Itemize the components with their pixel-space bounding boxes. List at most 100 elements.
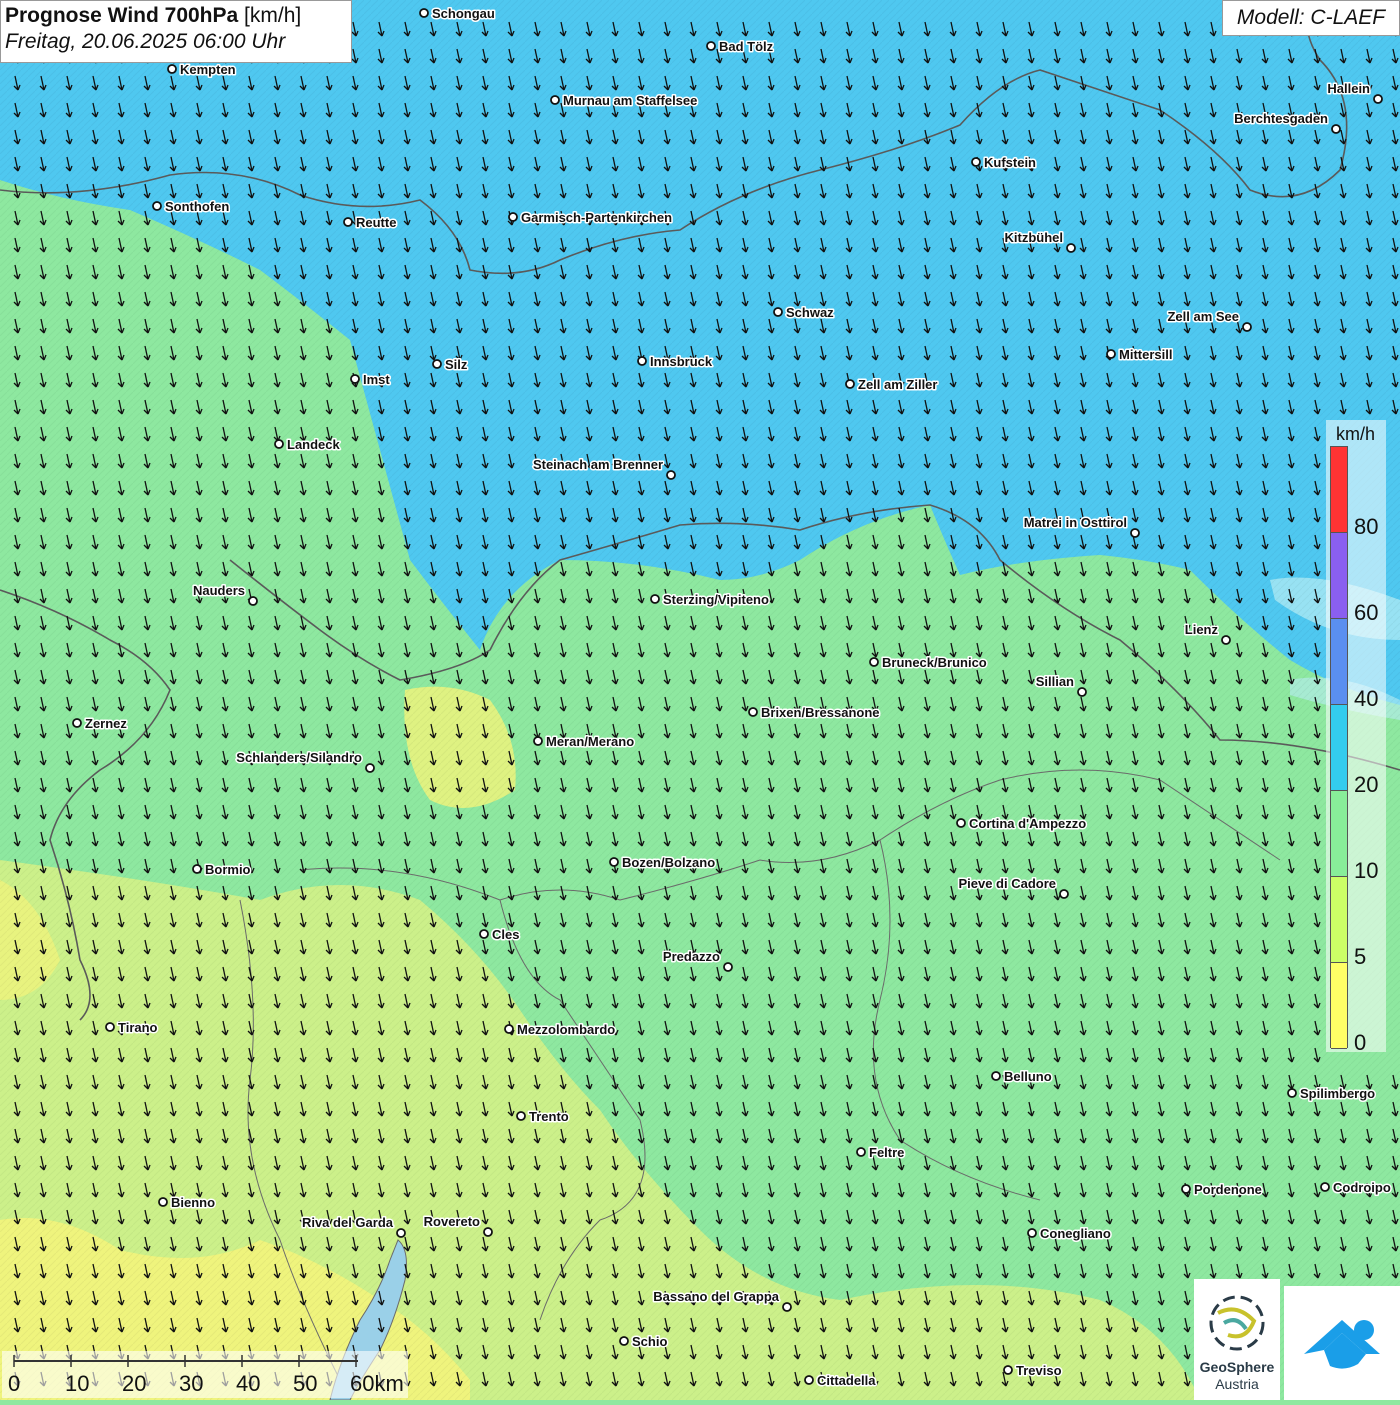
wind-map[interactable]: Schongau Bad Tölz Kempten Murnau am Staffel… bbox=[0, 0, 1400, 1400]
city-marker[interactable] bbox=[804, 1375, 814, 1385]
city-label[interactable]: Schio bbox=[631, 1333, 669, 1351]
app-logo[interactable] bbox=[1284, 1286, 1400, 1400]
city-marker[interactable] bbox=[856, 1147, 866, 1157]
city-label[interactable]: Zell am Ziller bbox=[857, 376, 939, 394]
city-label[interactable]: Cles bbox=[491, 926, 521, 944]
city-label[interactable]: Feltre bbox=[868, 1144, 906, 1162]
city-marker[interactable] bbox=[956, 818, 966, 828]
city-label[interactable]: Codroipo bbox=[1332, 1179, 1393, 1197]
city-marker[interactable] bbox=[1077, 687, 1087, 697]
city-marker[interactable] bbox=[1027, 1228, 1037, 1238]
city-marker[interactable] bbox=[1373, 94, 1383, 104]
city-label[interactable]: Belluno bbox=[1003, 1068, 1054, 1086]
city-marker[interactable] bbox=[650, 594, 660, 604]
city-label[interactable]: Hallein bbox=[1326, 80, 1372, 98]
city-label[interactable]: Conegliano bbox=[1039, 1225, 1113, 1243]
city-label[interactable]: Treviso bbox=[1015, 1362, 1064, 1380]
city-marker[interactable] bbox=[152, 201, 162, 211]
city-marker[interactable] bbox=[1066, 243, 1076, 253]
city-marker[interactable] bbox=[1320, 1182, 1330, 1192]
city-label[interactable]: Bormio bbox=[204, 861, 253, 879]
city-marker[interactable] bbox=[432, 359, 442, 369]
city-label[interactable]: Predazzo bbox=[661, 948, 721, 966]
city-label[interactable]: Zernez bbox=[84, 715, 129, 733]
city-label[interactable]: Mezzolombardo bbox=[516, 1021, 617, 1039]
city-marker[interactable] bbox=[274, 439, 284, 449]
city-marker[interactable] bbox=[609, 857, 619, 867]
city-marker[interactable] bbox=[845, 379, 855, 389]
city-label[interactable]: Imst bbox=[362, 371, 392, 389]
city-label[interactable]: Riva del Garda bbox=[300, 1214, 395, 1232]
city-label[interactable]: Pieve di Cadore bbox=[957, 875, 1058, 893]
city-label[interactable]: Sterzing/Vipiteno bbox=[662, 591, 771, 609]
city-marker[interactable] bbox=[105, 1022, 115, 1032]
city-marker[interactable] bbox=[396, 1228, 406, 1238]
city-label[interactable]: Rovereto bbox=[422, 1213, 481, 1231]
city-marker[interactable] bbox=[1106, 349, 1116, 359]
city-marker[interactable] bbox=[479, 929, 489, 939]
city-label[interactable]: Bozen/Bolzano bbox=[621, 854, 717, 872]
city-marker[interactable] bbox=[516, 1111, 526, 1121]
city-label[interactable]: Kitzbühel bbox=[1003, 229, 1065, 247]
city-marker[interactable] bbox=[504, 1024, 514, 1034]
city-label[interactable]: Reutte bbox=[355, 214, 398, 232]
city-label[interactable]: Bienno bbox=[170, 1194, 217, 1212]
city-label[interactable]: Innsbruck bbox=[649, 353, 715, 371]
city-marker[interactable] bbox=[773, 307, 783, 317]
city-label[interactable]: Cortina d'Ampezzo bbox=[968, 815, 1088, 833]
city-marker[interactable] bbox=[72, 718, 82, 728]
city-label[interactable]: Murnau am Staffelsee bbox=[562, 92, 699, 110]
city-marker[interactable] bbox=[533, 736, 543, 746]
city-label[interactable]: Silz bbox=[444, 356, 470, 374]
city-label[interactable]: Garmisch-Partenkirchen bbox=[520, 209, 674, 227]
city-label[interactable]: Schwaz bbox=[785, 304, 836, 322]
city-marker[interactable] bbox=[748, 707, 758, 717]
city-marker[interactable] bbox=[1287, 1088, 1297, 1098]
city-marker[interactable] bbox=[1242, 322, 1252, 332]
city-marker[interactable] bbox=[343, 217, 353, 227]
city-label[interactable]: Kufstein bbox=[983, 154, 1038, 172]
city-marker[interactable] bbox=[192, 864, 202, 874]
city-label[interactable]: Pordenone bbox=[1193, 1181, 1264, 1199]
city-label[interactable]: Nauders bbox=[191, 582, 246, 600]
city-marker[interactable] bbox=[1221, 635, 1231, 645]
city-marker[interactable] bbox=[706, 41, 716, 51]
city-label[interactable]: Bassano del Grappa bbox=[652, 1288, 781, 1306]
city-label[interactable]: Tirano bbox=[117, 1019, 160, 1037]
city-marker[interactable] bbox=[991, 1071, 1001, 1081]
city-marker[interactable] bbox=[365, 763, 375, 773]
city-marker[interactable] bbox=[1003, 1365, 1013, 1375]
city-marker[interactable] bbox=[350, 374, 360, 384]
city-label[interactable]: Lienz bbox=[1183, 621, 1220, 639]
city-marker[interactable] bbox=[637, 356, 647, 366]
city-label[interactable]: Kempten bbox=[179, 61, 238, 79]
city-marker[interactable] bbox=[723, 962, 733, 972]
city-label[interactable]: Sillian bbox=[1034, 673, 1075, 691]
city-marker[interactable] bbox=[158, 1197, 168, 1207]
city-marker[interactable] bbox=[550, 95, 560, 105]
city-marker[interactable] bbox=[167, 64, 177, 74]
city-label[interactable]: Sonthofen bbox=[164, 198, 231, 216]
city-label[interactable]: Bad Tölz bbox=[718, 38, 776, 56]
city-marker[interactable] bbox=[971, 157, 981, 167]
city-label[interactable]: Schlanders/Silandro bbox=[235, 749, 364, 767]
city-label[interactable]: Brixen/Bressanone bbox=[760, 704, 882, 722]
city-label[interactable]: Landeck bbox=[286, 436, 343, 454]
city-marker[interactable] bbox=[1181, 1184, 1191, 1194]
city-marker[interactable] bbox=[1059, 889, 1069, 899]
city-label[interactable]: Schongau bbox=[431, 5, 497, 23]
city-label[interactable]: Meran/Merano bbox=[545, 733, 636, 751]
city-marker[interactable] bbox=[419, 8, 429, 18]
city-marker[interactable] bbox=[248, 596, 258, 606]
geosphere-logo[interactable]: GeoSphere Austria bbox=[1194, 1279, 1280, 1400]
city-marker[interactable] bbox=[782, 1302, 792, 1312]
city-marker[interactable] bbox=[666, 470, 676, 480]
city-label[interactable]: Spilimbergo bbox=[1299, 1085, 1377, 1103]
city-marker[interactable] bbox=[1331, 124, 1341, 134]
city-marker[interactable] bbox=[1130, 528, 1140, 538]
city-label[interactable]: Matrei in Osttirol bbox=[1022, 514, 1128, 532]
city-marker[interactable] bbox=[483, 1227, 493, 1237]
city-marker[interactable] bbox=[619, 1336, 629, 1346]
city-marker[interactable] bbox=[869, 657, 879, 667]
city-marker[interactable] bbox=[508, 212, 518, 222]
